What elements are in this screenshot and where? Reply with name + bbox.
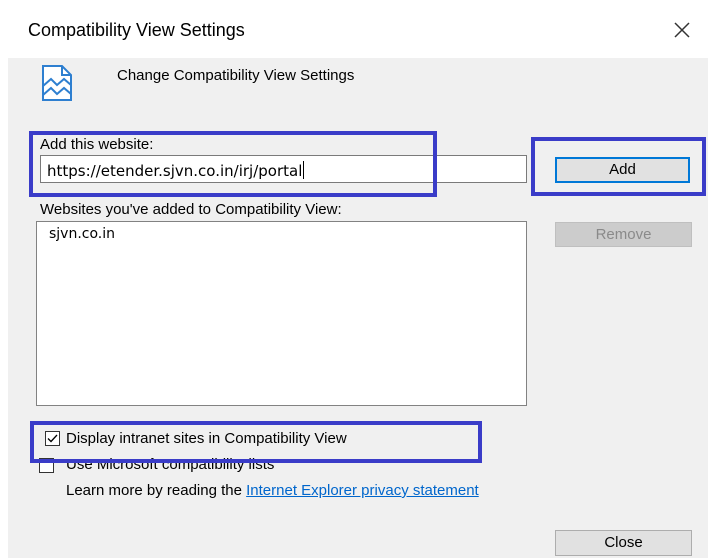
close-icon[interactable]	[668, 16, 696, 44]
list-item[interactable]: sjvn.co.in	[49, 226, 115, 242]
privacy-statement-link[interactable]: Internet Explorer privacy statement	[246, 482, 479, 499]
websites-list[interactable]: sjvn.co.in	[36, 221, 527, 406]
window-title: Compatibility View Settings	[28, 20, 245, 40]
header-text: Change Compatibility View Settings	[117, 67, 355, 84]
ms-lists-label[interactable]: Use Microsoft compatibility lists	[66, 456, 274, 473]
text-caret	[303, 161, 305, 179]
close-button[interactable]: Close	[555, 530, 692, 556]
remove-button[interactable]: Remove	[555, 222, 692, 247]
added-websites-label: Websites you've added to Compatibility V…	[40, 201, 342, 218]
compatibility-view-icon	[40, 64, 74, 102]
add-button[interactable]: Add	[555, 157, 690, 183]
add-website-label: Add this website:	[40, 136, 154, 153]
ms-lists-checkbox[interactable]	[39, 458, 54, 473]
checkmark-icon	[47, 434, 58, 443]
website-url-input[interactable]: https://etender.sjvn.co.in/irj/portal	[40, 155, 527, 183]
website-url-value: https://etender.sjvn.co.in/irj/portal	[47, 162, 303, 180]
learn-more-prefix: Learn more by reading the	[66, 482, 247, 499]
learn-more-text: Learn more by reading the Internet Explo…	[66, 482, 479, 499]
intranet-checkbox[interactable]	[45, 431, 60, 446]
intranet-label[interactable]: Display intranet sites in Compatibility …	[66, 430, 347, 447]
